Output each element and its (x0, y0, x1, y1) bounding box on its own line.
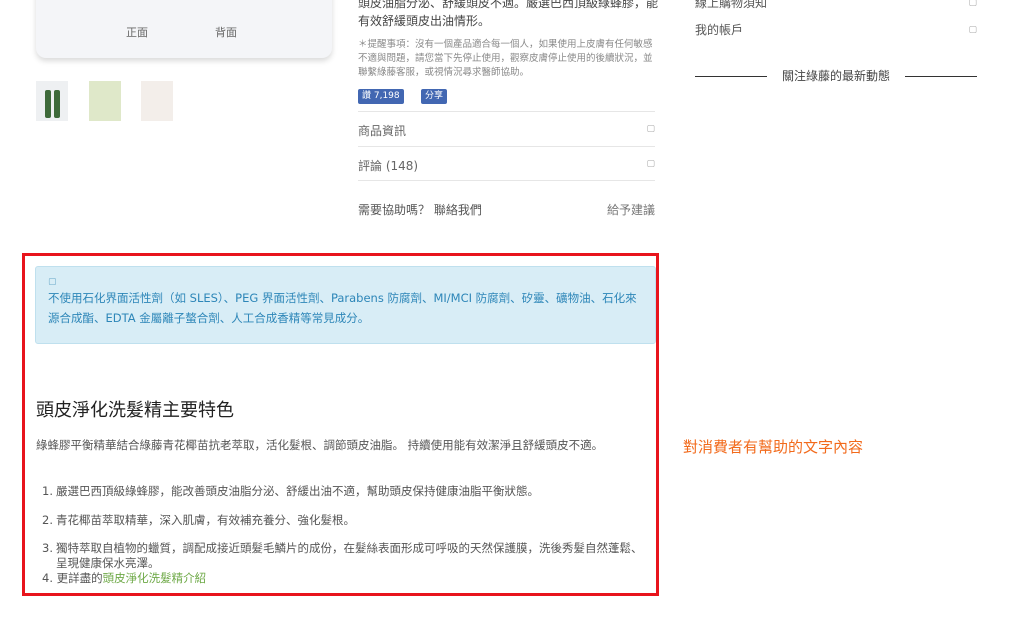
list-number: 2. (42, 513, 53, 527)
list-number: 3. (42, 541, 53, 555)
usage-warning: ＊提醒事項：沒有一個產品適合每一個人，如果使用上皮膚有任何敏感不適與問題，請您當… (358, 39, 653, 78)
sidebar-item-label: 線上購物須知 (695, 0, 768, 10)
follow-heading-text: 關注綠藤的最新動態 (781, 69, 890, 83)
list-item-text: 青花椰苗萃取精華，深入肌膚，有效補充養分、強化髮根。 (56, 513, 355, 527)
list-item: 3. 獨特萃取自植物的蠟質，調配成接近頭髮毛鱗片的成份，在髮絲表面形成可呼吸的天… (36, 541, 652, 571)
features-list: 1. 嚴選巴西頂級綠蜂膠，能改善頭皮油脂分泌、舒緩出油不適，幫助頭皮保持健康油脂… (36, 484, 652, 586)
ingredient-info-alert: ▢ 不使用石化界面活性劑（如 SLES）、PEG 界面活性劑、Parabens … (35, 266, 656, 344)
list-item: 1. 嚴選巴西頂級綠蜂膠，能改善頭皮油脂分泌、舒緩出油不適，幫助頭皮保持健康油脂… (36, 484, 652, 499)
list-number: 1. (42, 484, 53, 498)
product-image-card (36, 0, 332, 58)
sidebar-item-label: 我的帳戶 (695, 23, 744, 37)
front-view-label[interactable]: 正面 (126, 24, 148, 40)
help-row: 需要協助嗎？ 聯絡我們 給予建議 (358, 201, 655, 219)
facebook-share-button[interactable]: 分享 (421, 89, 448, 104)
thumbnail-ingredient[interactable] (89, 81, 121, 121)
divider-line (905, 76, 977, 77)
facebook-like-button[interactable]: 讚 7,198 (358, 89, 404, 104)
back-view-label[interactable]: 背面 (215, 24, 237, 40)
more-info-prefix: 4. 更詳盡的 (42, 571, 103, 585)
accordion-product-info[interactable]: 商品資訊 ▢ (358, 111, 655, 146)
info-icon: ▢ (48, 277, 57, 287)
thumbnail-bottle-shape (54, 90, 60, 118)
expand-icon: ▢ (646, 159, 655, 169)
thumbnail-hand[interactable] (141, 81, 173, 121)
info-alert-text: 不使用石化界面活性劑（如 SLES）、PEG 界面活性劑、Parabens 防腐… (48, 291, 637, 325)
divider-line (695, 76, 767, 77)
accordion-reviews[interactable]: 評論 (148) ▢ (358, 146, 655, 181)
thumbnail-bottles[interactable] (36, 81, 68, 121)
accordion-label: 商品資訊 (358, 124, 407, 138)
give-suggestion-link[interactable]: 給予建議 (607, 201, 655, 218)
annotation-label: 對消費者有幫助的文字內容 (683, 438, 864, 456)
product-description: 頭皮油脂分泌、舒緩頭皮不適。嚴選巴西頂級綠蜂膠，能有效舒緩頭皮出油情形。 (358, 0, 659, 28)
expand-icon: ▢ (646, 124, 655, 134)
accordion-label: 評論 (148) (358, 159, 419, 173)
list-item-text: 嚴選巴西頂級綠蜂膠，能改善頭皮油脂分泌、舒緩出油不適，幫助頭皮保持健康油脂平衡狀… (56, 484, 539, 498)
expand-icon: ▢ (968, 25, 977, 35)
list-item: 2. 青花椰苗萃取精華，深入肌膚，有效補充養分、強化髮根。 (36, 513, 652, 528)
features-intro: 綠蜂膠平衡精華結合綠藤青花椰苗抗老萃取，活化髮根、調節頭皮油脂。 持續使用能有效… (36, 438, 604, 452)
expand-icon: ▢ (968, 0, 977, 8)
follow-heading: 關注綠藤的最新動態 (695, 67, 977, 85)
list-item: 4. 更詳盡的頭皮淨化洗髮精介紹 (36, 571, 652, 586)
list-item-text: 獨特萃取自植物的蠟質，調配成接近頭髮毛鱗片的成份，在髮絲表面形成可呼吸的天然保護… (56, 541, 643, 570)
sidebar-item-my-account[interactable]: 我的帳戶 ▢ (695, 21, 977, 45)
contact-us-link[interactable]: 需要協助嗎？ 聯絡我們 (358, 201, 482, 218)
features-title: 頭皮淨化洗髮精主要特色 (36, 400, 234, 421)
thumbnail-bottle-shape (45, 90, 51, 118)
shampoo-intro-link[interactable]: 頭皮淨化洗髮精介紹 (103, 571, 207, 585)
sidebar-item-shopping-notice[interactable]: 線上購物須知 ▢ (695, 0, 977, 18)
